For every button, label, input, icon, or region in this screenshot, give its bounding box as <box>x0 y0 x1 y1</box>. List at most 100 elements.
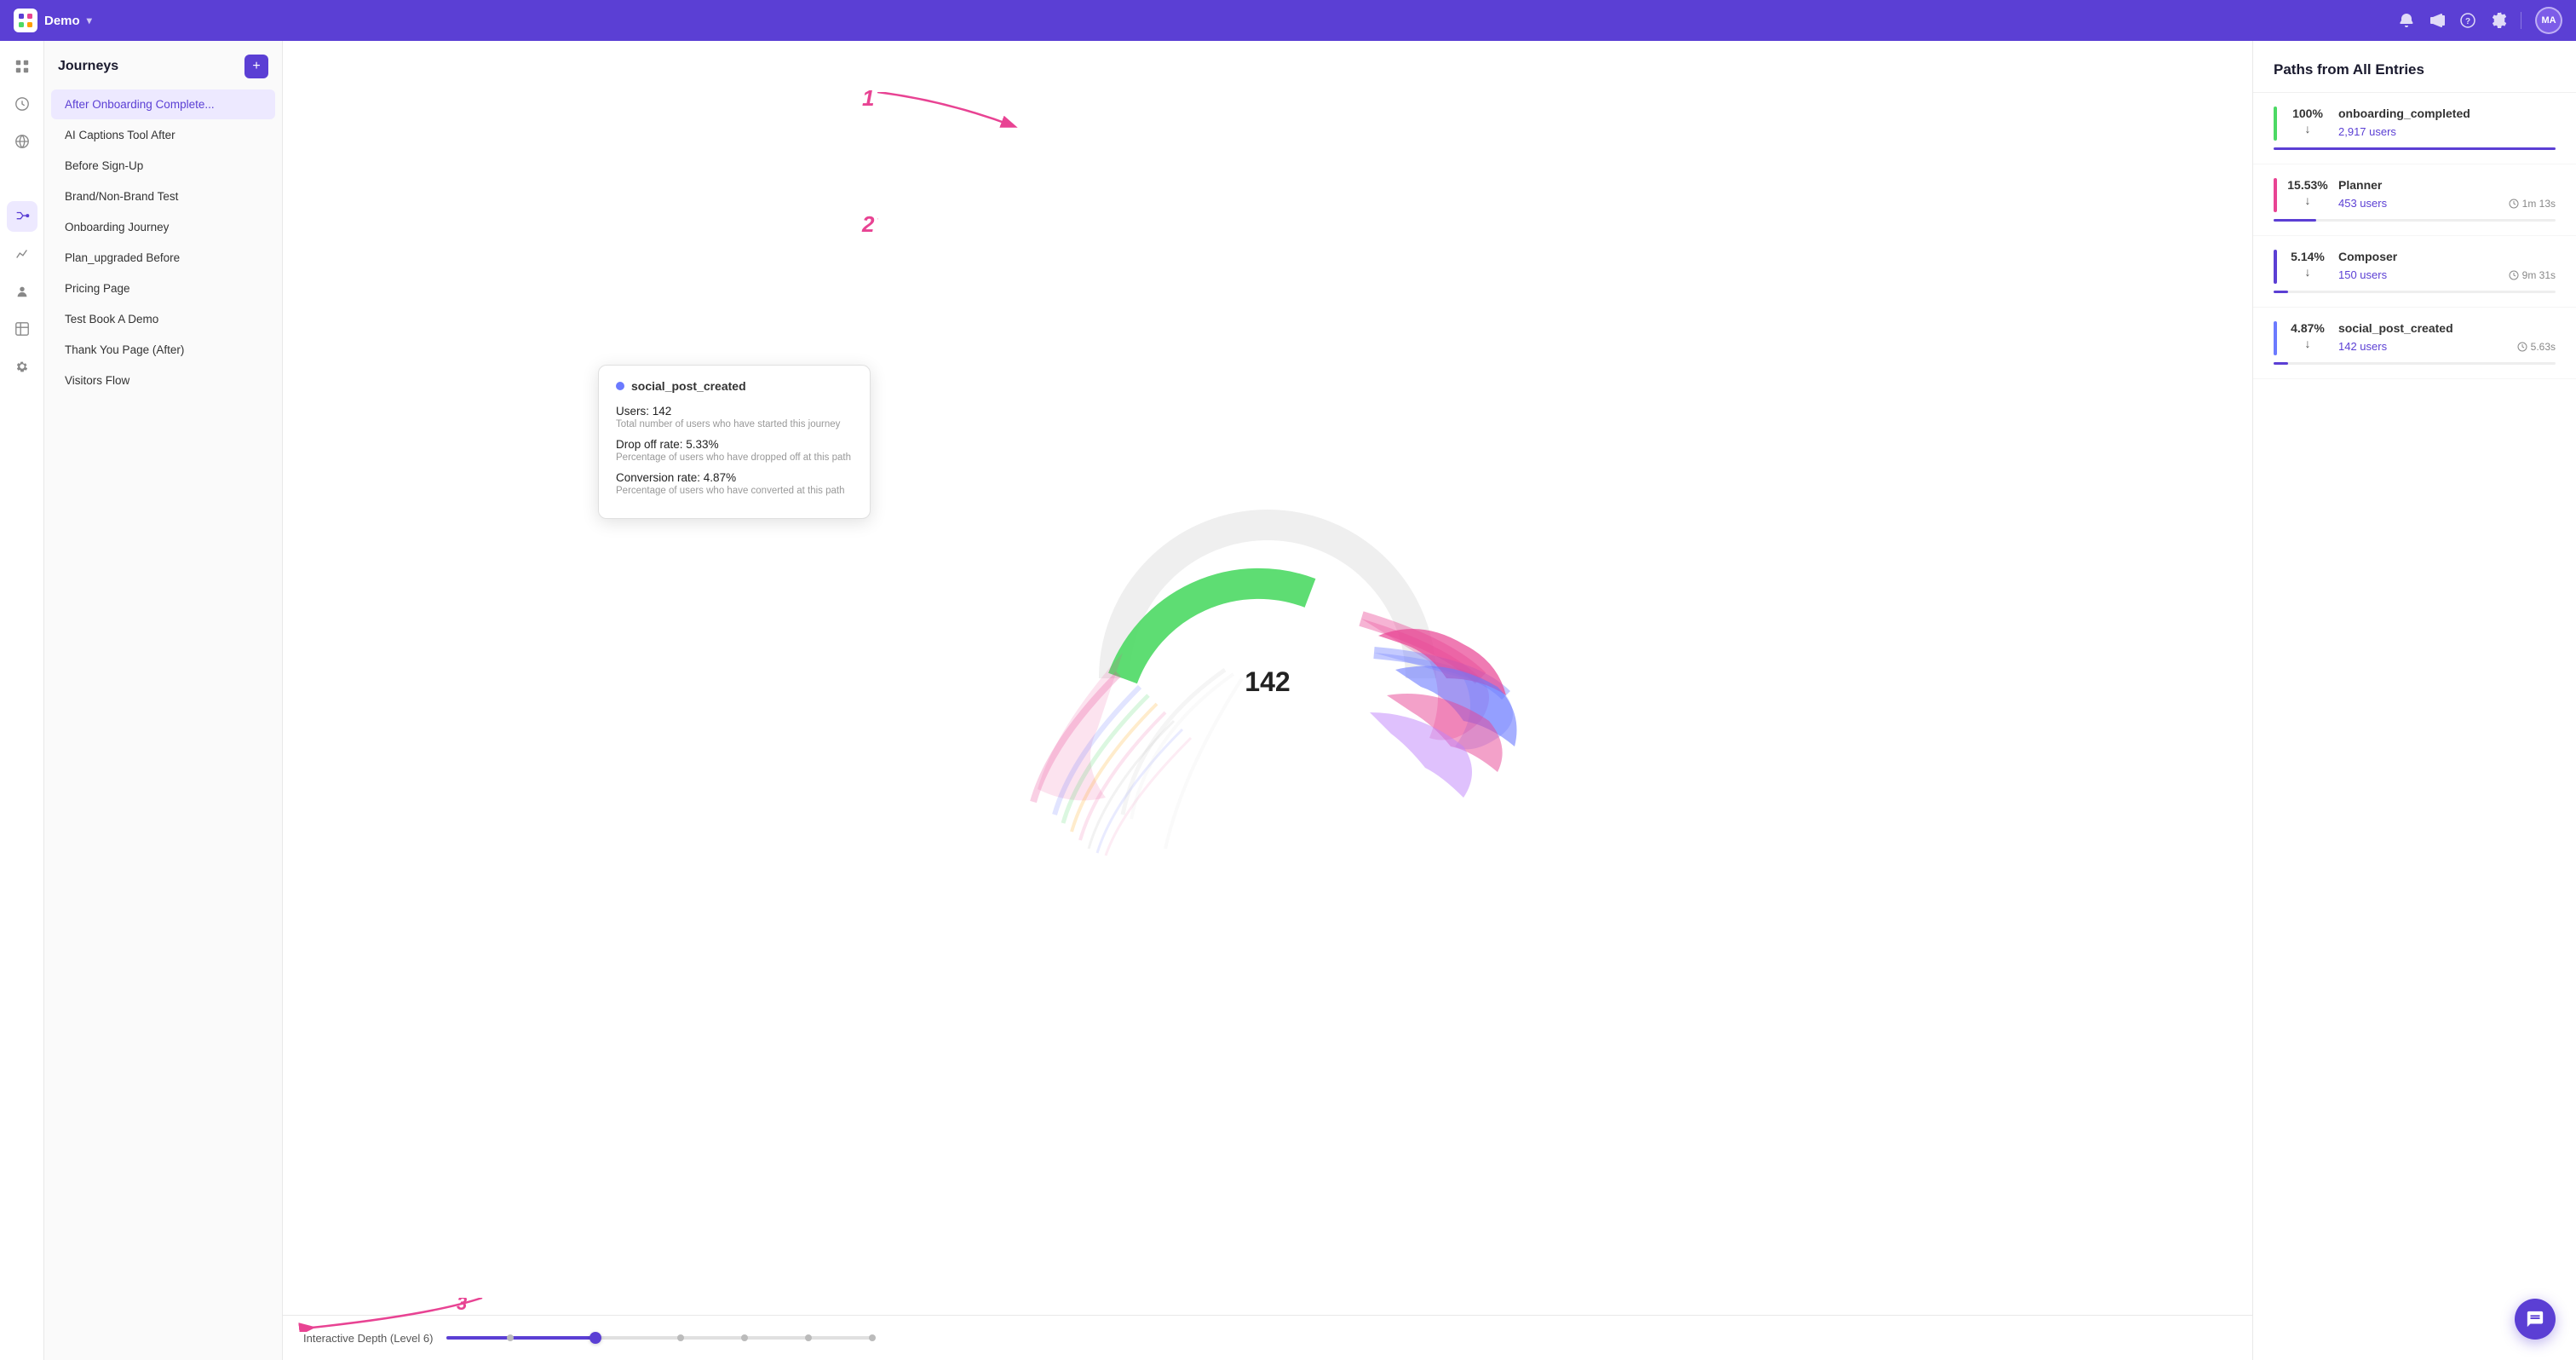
journey-item[interactable]: Visitors Flow <box>51 366 275 395</box>
path-left: 100% ↓ <box>2287 107 2328 135</box>
path-left: 5.14% ↓ <box>2287 250 2328 279</box>
tooltip-stat: Drop off rate: 5.33%Percentage of users … <box>616 438 853 463</box>
path-percent: 4.87% <box>2291 321 2325 335</box>
notification-icon[interactable] <box>2398 12 2415 29</box>
help-icon[interactable]: ? <box>2459 12 2476 29</box>
nav-actions: ? MA <box>2398 7 2562 34</box>
path-item-top: 4.87% ↓ social_post_created 142 users 5.… <box>2274 321 2556 355</box>
tooltip-stat: Conversion rate: 4.87% Percentage of user… <box>616 471 853 496</box>
tooltip-stat-sub: Percentage of users who have converted a… <box>616 486 853 496</box>
path-color-stripe <box>2274 178 2277 212</box>
path-left: 15.53% ↓ <box>2287 178 2328 207</box>
annotation-3-arrow: 3 <box>283 1298 491 1332</box>
journey-item[interactable]: Test Book A Demo <box>51 304 275 334</box>
path-meta: 150 users 9m 31s <box>2338 268 2556 281</box>
journey-item[interactable]: Before Sign-Up <box>51 151 275 181</box>
journeys-title: Journeys <box>58 59 118 74</box>
depth-label: Interactive Depth (Level 6) <box>303 1332 433 1345</box>
path-name: Planner <box>2338 178 2556 192</box>
progress-bar-container <box>2274 147 2556 150</box>
progress-bar-container <box>2274 291 2556 293</box>
annotation-2-number: 2 <box>862 211 874 238</box>
tooltip-dot <box>616 382 624 390</box>
svg-text:?: ? <box>2465 17 2470 26</box>
journey-item[interactable]: Pricing Page <box>51 274 275 303</box>
tooltip-event-name: social_post_created <box>631 379 746 393</box>
main-content: 142 1 2 <box>283 41 2252 1360</box>
journey-item[interactable]: After Onboarding Complete... <box>51 89 275 119</box>
path-item-top: 100% ↓ onboarding_completed 2,917 users <box>2274 107 2556 141</box>
slider-tick-2[interactable] <box>677 1334 684 1341</box>
sidebar-item-chart[interactable] <box>7 239 37 269</box>
tooltip-stats: Users: 142Total number of users who have… <box>616 405 853 496</box>
path-info: social_post_created 142 users 5.63s <box>2338 321 2556 353</box>
chart-svg-container: 142 <box>283 41 2252 1315</box>
path-percent: 5.14% <box>2291 250 2325 263</box>
progress-bar <box>2274 291 2288 293</box>
path-meta: 2,917 users <box>2338 125 2556 138</box>
path-users: 453 users <box>2338 197 2387 210</box>
tooltip-stat-main: Conversion rate: 4.87% <box>616 471 853 484</box>
sidebar-item-grid[interactable] <box>7 51 37 82</box>
chart-tooltip: social_post_created Users: 142Total numb… <box>598 365 871 519</box>
path-left: 4.87% ↓ <box>2287 321 2328 350</box>
user-avatar[interactable]: MA <box>2535 7 2562 34</box>
path-percent: 100% <box>2292 107 2323 120</box>
svg-text:3: 3 <box>457 1298 467 1314</box>
journey-item[interactable]: Brand/Non-Brand Test <box>51 182 275 211</box>
journey-item[interactable]: Plan_upgraded Before <box>51 243 275 273</box>
path-list: 100% ↓ onboarding_completed 2,917 users <box>2253 93 2576 1360</box>
path-users: 142 users <box>2338 340 2387 353</box>
tooltip-stat-sub: Percentage of users who have dropped off… <box>616 452 853 463</box>
slider-tick-5[interactable] <box>869 1334 876 1341</box>
logo-icon <box>14 9 37 32</box>
progress-bar-container <box>2274 362 2556 365</box>
slider-tick-4[interactable] <box>805 1334 812 1341</box>
slider-tick-3[interactable] <box>741 1334 748 1341</box>
sidebar-item-analytics[interactable] <box>7 89 37 119</box>
nav-chevron: ▾ <box>87 14 92 26</box>
path-down-arrow: ↓ <box>2305 265 2311 279</box>
path-color-stripe <box>2274 107 2277 141</box>
settings-icon[interactable] <box>2490 12 2507 29</box>
app-name: Demo <box>44 14 80 28</box>
left-panel-header: Journeys + <box>44 41 282 89</box>
chord-chart: 142 <box>969 431 1566 925</box>
annotation-1-number: 1 <box>862 85 874 112</box>
slider-thumb[interactable] <box>589 1332 601 1344</box>
depth-slider[interactable] <box>446 1329 872 1346</box>
path-item: 4.87% ↓ social_post_created 142 users 5.… <box>2253 308 2576 379</box>
tooltip-title: social_post_created <box>616 379 853 393</box>
sidebar-item-table[interactable] <box>7 314 37 344</box>
path-color-stripe <box>2274 321 2277 355</box>
slider-tick-1[interactable] <box>507 1334 514 1341</box>
journey-list: After Onboarding Complete...AI Captions … <box>44 89 282 1360</box>
sidebar-item-person[interactable] <box>7 276 37 307</box>
add-journey-button[interactable]: + <box>244 55 268 78</box>
annotation-3-container: Interactive Depth (Level 6) 3 <box>303 1332 433 1345</box>
sidebar-item-filter[interactable] <box>7 164 37 194</box>
app-logo[interactable]: Demo ▾ <box>14 9 92 32</box>
annotation-1-arrow <box>877 92 1031 143</box>
path-time: 1m 13s <box>2509 198 2556 210</box>
path-item-top: 5.14% ↓ Composer 150 users 9m 31s <box>2274 250 2556 284</box>
chat-button[interactable] <box>2515 1299 2556 1340</box>
main-layout: Journeys + After Onboarding Complete...A… <box>0 41 2576 1360</box>
sidebar-item-journeys[interactable] <box>7 201 37 232</box>
progress-bar-container <box>2274 219 2556 222</box>
sidebar-item-settings[interactable] <box>7 351 37 382</box>
tooltip-stat-sub: Total number of users who have started t… <box>616 419 853 429</box>
journey-item[interactable]: AI Captions Tool After <box>51 120 275 150</box>
journey-item[interactable]: Thank You Page (After) <box>51 335 275 365</box>
path-percent: 15.53% <box>2287 178 2327 192</box>
path-color-stripe <box>2274 250 2277 284</box>
journey-item[interactable]: Onboarding Journey <box>51 212 275 242</box>
announcement-icon[interactable] <box>2429 12 2446 29</box>
slider-fill <box>446 1336 595 1340</box>
annotation-2: 2 <box>862 211 1048 303</box>
sidebar-item-globe[interactable] <box>7 126 37 157</box>
path-users: 2,917 users <box>2338 125 2396 138</box>
path-item-top: 15.53% ↓ Planner 453 users 1m 13s <box>2274 178 2556 212</box>
top-nav: Demo ▾ ? MA <box>0 0 2576 41</box>
svg-text:142: 142 <box>1245 666 1290 697</box>
